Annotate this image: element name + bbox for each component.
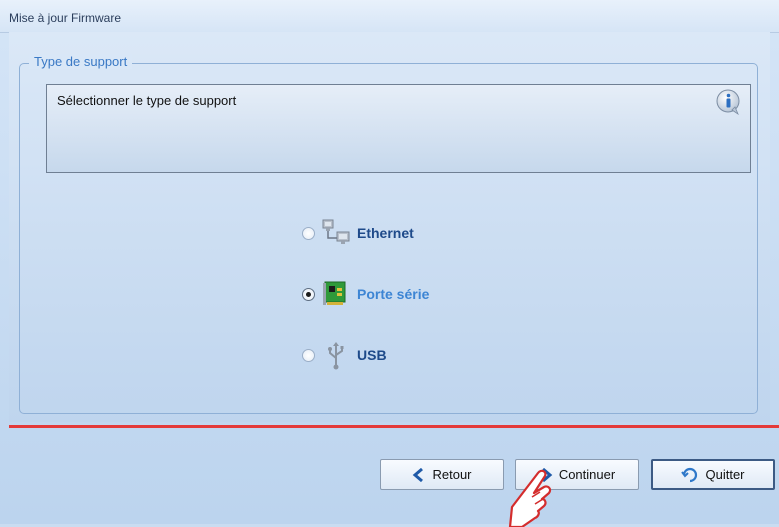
info-icon <box>716 89 740 115</box>
serial-card-icon <box>323 281 346 305</box>
quit-button[interactable]: Quitter <box>651 459 775 490</box>
option-serial[interactable]: Porte série <box>302 276 429 312</box>
ethernet-label[interactable]: Ethernet <box>357 225 414 241</box>
firmware-update-window: Mise à jour Firmware Type de support Sél… <box>0 0 779 527</box>
network-icon <box>322 219 350 244</box>
window-title: Mise à jour Firmware <box>9 11 122 25</box>
option-usb[interactable]: USB <box>302 337 387 373</box>
usb-label[interactable]: USB <box>357 347 387 363</box>
back-button-label: Retour <box>432 467 472 482</box>
separator-line <box>9 425 779 428</box>
serial-radio[interactable] <box>302 287 315 301</box>
chevron-left-icon <box>413 467 424 482</box>
hand-pointer-icon <box>508 469 552 527</box>
option-ethernet[interactable]: Ethernet <box>302 215 414 251</box>
exit-icon <box>681 467 698 482</box>
title-bar: Mise à jour Firmware <box>0 0 779 33</box>
info-message: Sélectionner le type de support <box>57 93 237 108</box>
back-button[interactable]: Retour <box>380 459 504 490</box>
group-legend: Type de support <box>29 54 133 69</box>
continue-button-label: Continuer <box>558 467 616 482</box>
quit-button-label: Quitter <box>705 467 745 482</box>
usb-icon <box>328 342 344 370</box>
serial-label[interactable]: Porte série <box>357 286 429 302</box>
info-box: Sélectionner le type de support <box>46 84 751 173</box>
usb-radio[interactable] <box>302 348 315 362</box>
ethernet-radio[interactable] <box>302 226 315 240</box>
